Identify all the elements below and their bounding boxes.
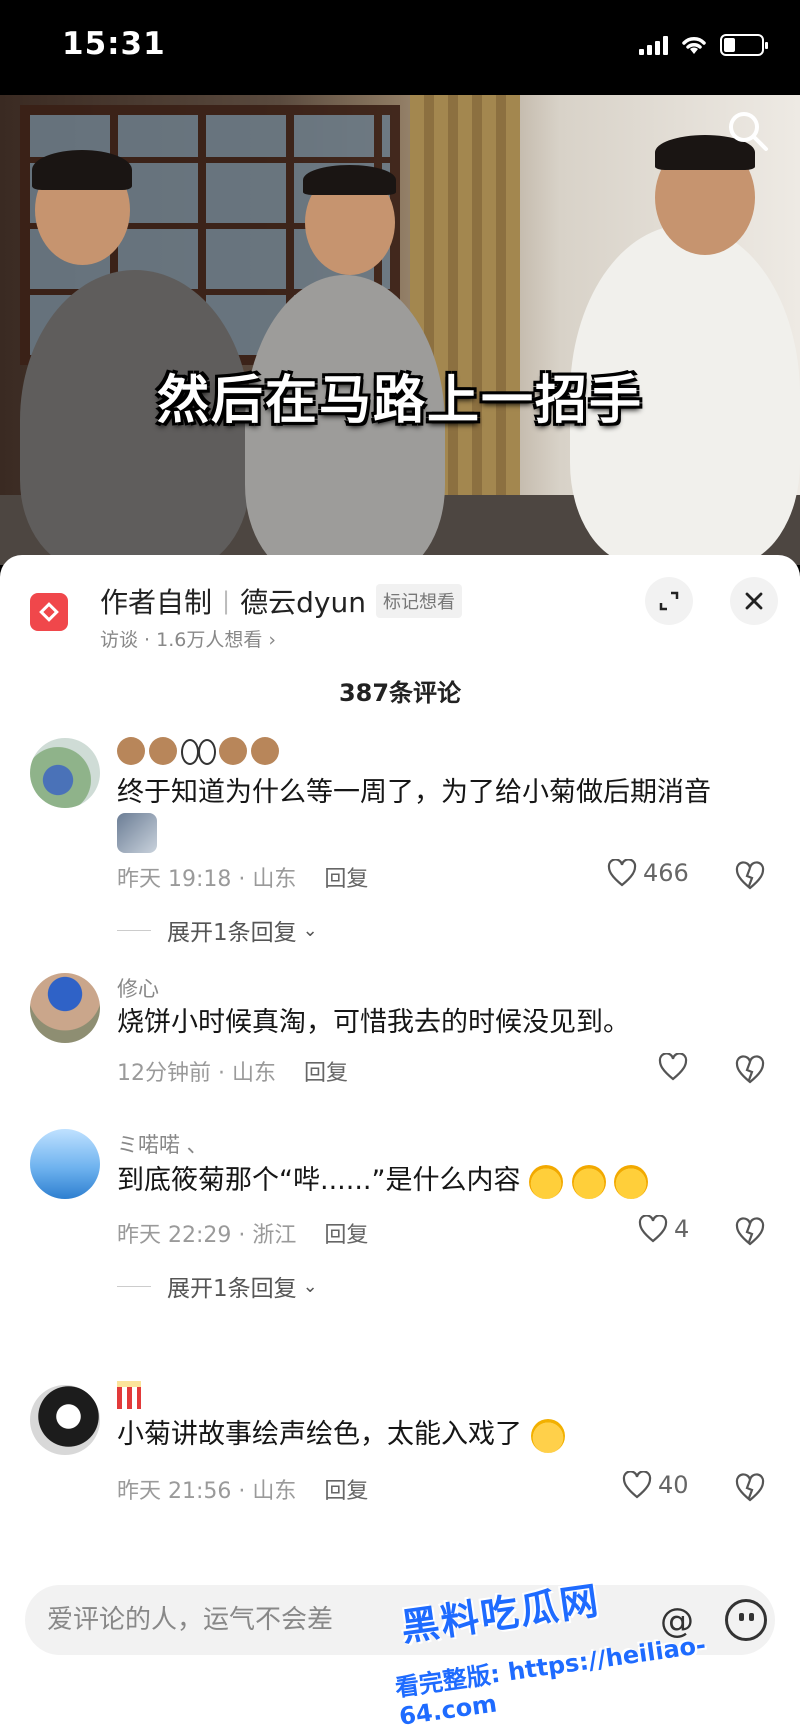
status-time: 15:31 [62, 26, 166, 62]
monkey-emoji-icon [149, 737, 177, 765]
video-subtitle: 然后在马路上一招手 [156, 371, 643, 431]
comment-meta: 昨天 22:29 · 浙江 回复 [117, 1217, 368, 1249]
comment-meta: 昨天 21:56 · 山东 回复 [117, 1473, 368, 1505]
video-player[interactable]: 然后在马路上一招手 [0, 95, 800, 565]
reply-button[interactable]: 回复 [324, 861, 368, 893]
channel-title[interactable]: 作者自制 | 德云dyun 标记想看 [100, 581, 462, 621]
comment-meta: 昨天 19:18 · 山东 回复 [117, 861, 368, 893]
status-icons [639, 34, 768, 56]
like-count: 4 [674, 1215, 690, 1243]
like-button[interactable] [658, 1053, 688, 1081]
chevron-down-icon: ⌄ [302, 919, 318, 941]
avatar[interactable] [30, 738, 100, 808]
comment-text-content: 小菊讲故事绘声绘色，太能入戏了 [117, 1419, 522, 1450]
heart-icon [658, 1053, 688, 1081]
eyes-emoji-icon [181, 737, 216, 765]
comment-item: 终于知道为什么等一周了，为了给小菊做后期消音 昨天 19:18 · 山东 回复 … [0, 673, 800, 946]
reply-button[interactable]: 回复 [324, 1217, 368, 1249]
expand-replies-button[interactable]: 展开1条回复 ⌄ [117, 913, 318, 947]
popcorn-emoji-icon [117, 1381, 141, 1409]
video-hair-middle [303, 165, 396, 195]
comment-item: 修心 烧饼小时候真淘，可惜我去的时候没见到。 12分钟前 · 山东 回复 [0, 955, 800, 1125]
avatar[interactable] [30, 973, 100, 1043]
thinking-emoji-icon [530, 1418, 565, 1453]
status-bar: 15:31 [0, 0, 800, 95]
expand-icon [659, 591, 679, 611]
comment-time: 昨天 21:56 · 山东 [117, 1479, 297, 1504]
channel-subtitle[interactable]: 访谈 · 1.6万人想看 › [100, 625, 276, 652]
dislike-icon[interactable] [735, 861, 765, 891]
comment-time: 昨天 19:18 · 山东 [117, 867, 297, 892]
signal-icon [639, 35, 668, 55]
like-button[interactable]: 466 [607, 859, 689, 887]
reply-button[interactable]: 回复 [324, 1473, 368, 1505]
like-count: 40 [658, 1471, 689, 1499]
comment-sheet: 作者自制 | 德云dyun 标记想看 访谈 · 1.6万人想看 › 387条评论… [0, 555, 800, 1733]
comment-time: 12分钟前 · 山东 [117, 1061, 276, 1086]
like-count: 466 [643, 859, 689, 887]
monkey-emoji-icon [251, 737, 279, 765]
comment-item: 小菊讲故事绘声绘色，太能入戏了 昨天 21:56 · 山东 回复 40 [0, 1365, 800, 1555]
comment-author-emoji[interactable] [117, 1381, 141, 1414]
dislike-icon[interactable] [735, 1473, 765, 1503]
comment-meta: 12分钟前 · 山东 回复 [117, 1055, 348, 1087]
dislike-icon[interactable] [735, 1217, 765, 1247]
heart-icon [638, 1215, 668, 1243]
comment-author[interactable]: ミ喏喏 、 [117, 1129, 208, 1159]
comment-emoji-row [117, 737, 283, 765]
comment-text: 烧饼小时候真淘，可惜我去的时候没见到。 [117, 1007, 630, 1038]
avatar[interactable] [30, 1129, 100, 1199]
mark-watch-button[interactable]: 标记想看 [375, 584, 462, 618]
channel-badge: 作者自制 [100, 586, 213, 619]
battery-icon [720, 34, 768, 56]
expand-replies-button[interactable]: 展开1条回复 ⌄ [117, 1269, 318, 1303]
heart-icon [622, 1471, 652, 1499]
like-button[interactable]: 40 [622, 1471, 689, 1499]
expand-replies-label: 展开1条回复 [167, 1276, 297, 1302]
channel-name: 德云dyun [240, 586, 366, 619]
avatar[interactable] [30, 1385, 100, 1455]
title-separator: | [222, 587, 231, 615]
heart-icon [607, 859, 637, 887]
comment-text: 终于知道为什么等一周了，为了给小菊做后期消音 [117, 773, 757, 865]
crying-emoji-icon [529, 1164, 564, 1199]
monkey-emoji-icon [117, 737, 145, 765]
video-hair-left [32, 150, 132, 190]
channel-logo-icon[interactable] [30, 593, 68, 631]
wolf-emoji-icon [117, 813, 157, 853]
close-button[interactable] [730, 577, 778, 625]
comment-text-content: 到底筱菊那个“哔......”是什么内容 [117, 1165, 521, 1196]
crying-emoji-icon [614, 1164, 649, 1199]
reply-button[interactable]: 回复 [304, 1055, 348, 1087]
comment-text-content: 终于知道为什么等一周了，为了给小菊做后期消音 [117, 777, 711, 808]
monkey-emoji-icon [219, 737, 247, 765]
search-icon[interactable] [726, 109, 770, 153]
close-icon [745, 592, 763, 610]
comment-time: 昨天 22:29 · 浙江 [117, 1223, 297, 1248]
comment-text: 小菊讲故事绘声绘色，太能入戏了 [117, 1415, 757, 1455]
chevron-down-icon: ⌄ [302, 1275, 318, 1297]
expand-button[interactable] [645, 577, 693, 625]
comment-item: ミ喏喏 、 到底筱菊那个“哔......”是什么内容 昨天 22:29 · 浙江… [0, 1117, 800, 1347]
dislike-icon[interactable] [735, 1055, 765, 1085]
crying-emoji-icon [571, 1164, 606, 1199]
comment-text: 到底筱菊那个“哔......”是什么内容 [117, 1161, 757, 1201]
like-button[interactable]: 4 [638, 1215, 689, 1243]
comment-author[interactable]: 修心 [117, 973, 159, 1003]
expand-replies-label: 展开1条回复 [167, 920, 297, 946]
wifi-icon [682, 37, 706, 54]
